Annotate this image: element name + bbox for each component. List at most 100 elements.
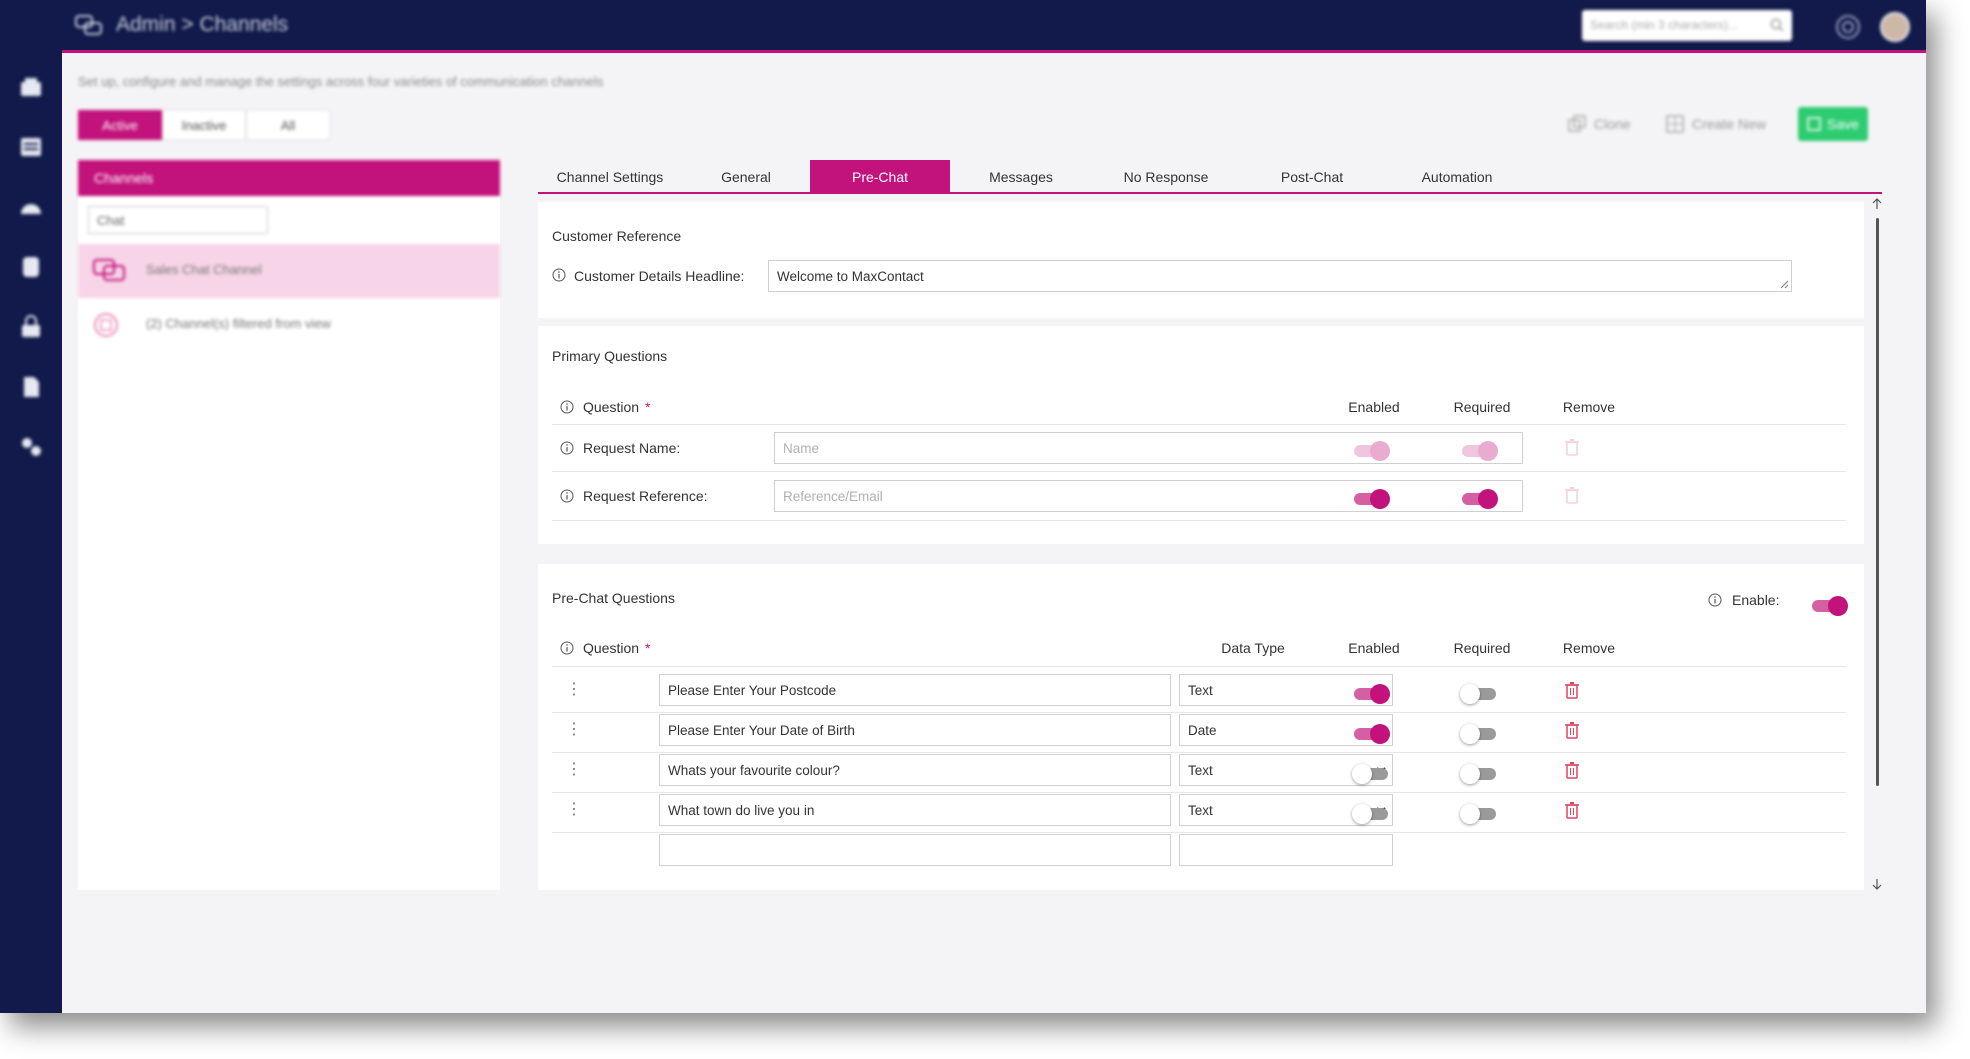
enabled-column-header: Enabled: [1348, 640, 1400, 656]
prechat-required-toggle[interactable]: [1460, 803, 1498, 825]
info-icon[interactable]: [560, 441, 574, 455]
search-input[interactable]: Search (min 3 characters)...: [1582, 10, 1792, 41]
scrollbar-thumb[interactable]: [1876, 218, 1879, 786]
drag-handle-icon[interactable]: ⋮: [566, 802, 582, 818]
request-reference-enabled-toggle[interactable]: [1352, 488, 1390, 510]
tab-channel-settings[interactable]: Channel Settings: [538, 160, 682, 194]
dashboard-icon[interactable]: [18, 74, 44, 100]
request-name-enabled-toggle[interactable]: [1352, 440, 1390, 462]
search-icon[interactable]: [1770, 18, 1784, 32]
clone-label: Clone: [1594, 116, 1631, 132]
prechat-question-input[interactable]: What town do live you in: [659, 794, 1171, 826]
info-icon[interactable]: [560, 400, 574, 414]
chat-bubbles-icon: [75, 15, 102, 35]
tab-post-chat[interactable]: Post-Chat: [1240, 160, 1384, 194]
prechat-questions-section: Pre-Chat Questions Enable: Question * Dat…: [538, 564, 1864, 890]
prechat-question-input[interactable]: Whats your favourite colour?: [659, 754, 1171, 786]
chat-channel-icon: [93, 259, 125, 281]
info-icon[interactable]: [552, 268, 566, 282]
prechat-question-input[interactable]: Please Enter Your Postcode: [659, 674, 1171, 706]
question-column-header: Question *: [583, 399, 651, 415]
document-icon[interactable]: [18, 374, 44, 400]
channel-type-value: Chat: [97, 213, 125, 228]
info-icon[interactable]: [1708, 593, 1722, 607]
remove-column-header: Remove: [1562, 399, 1616, 415]
scroll-up-icon[interactable]: [1872, 198, 1882, 210]
save-button[interactable]: Save: [1798, 107, 1868, 141]
tab-no-response[interactable]: No Response: [1092, 160, 1240, 194]
prechat-enable-toggle[interactable]: [1810, 595, 1848, 617]
clone-button[interactable]: Clone: [1568, 107, 1631, 141]
scroll-down-icon[interactable]: [1872, 878, 1882, 890]
request-reference-input[interactable]: Reference/Email: [774, 480, 1523, 512]
filter-tab-inactive[interactable]: Inactive: [162, 110, 246, 140]
request-name-input[interactable]: Name: [774, 432, 1523, 464]
settings-icon[interactable]: [18, 434, 44, 460]
channel-name: Sales Chat Channel: [146, 262, 262, 277]
section-title: Customer Reference: [552, 228, 682, 244]
filter-icon: [94, 313, 118, 337]
channel-editor: Channel Settings General Pre-Chat Messag…: [538, 156, 1882, 890]
database-icon[interactable]: [18, 254, 44, 280]
gauge-icon[interactable]: [18, 194, 44, 220]
trash-icon: [1565, 487, 1579, 504]
lock-icon[interactable]: [18, 314, 44, 340]
channel-list-item[interactable]: Sales Chat Channel: [78, 244, 500, 298]
delete-icon[interactable]: [1564, 801, 1580, 819]
request-reference-required-toggle[interactable]: [1460, 488, 1498, 510]
prechat-enabled-toggle[interactable]: [1352, 723, 1390, 745]
drag-handle-icon[interactable]: ⋮: [566, 722, 582, 738]
info-icon[interactable]: [560, 489, 574, 503]
required-asterisk: *: [645, 399, 651, 415]
sidebar: [0, 0, 62, 1013]
drag-handle-icon[interactable]: ⋮: [566, 682, 582, 698]
clone-icon: [1568, 115, 1586, 132]
request-name-required-toggle[interactable]: [1460, 440, 1498, 462]
required-asterisk: *: [645, 640, 651, 656]
content-scrollbar[interactable]: [1872, 198, 1882, 890]
prechat-enabled-toggle[interactable]: [1352, 683, 1390, 705]
customer-details-headline-input[interactable]: Welcome to MaxContact: [768, 260, 1792, 292]
required-column-header: Required: [1453, 640, 1511, 656]
delete-icon[interactable]: [1564, 761, 1580, 779]
resize-grip-icon[interactable]: [1779, 279, 1789, 289]
search-placeholder: Search (min 3 characters)...: [1590, 18, 1739, 32]
request-reference-placeholder: Reference/Email: [783, 489, 883, 504]
delete-icon[interactable]: [1564, 681, 1580, 699]
tab-automation[interactable]: Automation: [1384, 160, 1530, 194]
prechat-question-text: Please Enter Your Date of Birth: [668, 723, 855, 738]
prechat-question-text: Whats your favourite colour?: [668, 763, 840, 778]
row-divider: [552, 792, 1846, 793]
prechat-question-input[interactable]: Please Enter Your Date of Birth: [659, 714, 1171, 746]
save-icon: [1807, 117, 1821, 131]
row-divider: [552, 712, 1846, 713]
list-icon[interactable]: [18, 134, 44, 160]
drag-handle-icon[interactable]: ⋮: [566, 762, 582, 778]
filter-tab-active[interactable]: Active: [78, 110, 162, 140]
prechat-enabled-toggle[interactable]: [1352, 803, 1390, 825]
headline-value: Welcome to MaxContact: [777, 269, 924, 284]
user-avatar[interactable]: [1880, 12, 1910, 42]
channel-type-select[interactable]: Chat: [88, 206, 268, 234]
row-divider: [552, 832, 1846, 833]
create-new-button[interactable]: Create New: [1666, 107, 1766, 141]
filter-tab-all[interactable]: All: [246, 110, 330, 140]
prechat-required-toggle[interactable]: [1460, 763, 1498, 785]
tab-general[interactable]: General: [682, 160, 810, 194]
delete-icon[interactable]: [1564, 721, 1580, 739]
tab-messages[interactable]: Messages: [950, 160, 1092, 194]
prechat-question-text: What town do live you in: [668, 803, 815, 818]
data-type-value: Date: [1188, 723, 1217, 738]
customer-reference-section: Customer Reference Customer Details Head…: [538, 202, 1864, 318]
question-header-text: Question: [583, 640, 640, 656]
data-type-select[interactable]: [1179, 834, 1393, 866]
row-divider: [552, 752, 1846, 753]
prechat-required-toggle[interactable]: [1460, 723, 1498, 745]
prechat-enabled-toggle[interactable]: [1352, 763, 1390, 785]
primary-questions-section: Primary Questions Question * Enabled Requ…: [538, 326, 1864, 544]
prechat-required-toggle[interactable]: [1460, 683, 1498, 705]
prechat-question-input[interactable]: [659, 834, 1171, 866]
tab-pre-chat[interactable]: Pre-Chat: [810, 160, 950, 194]
help-icon[interactable]: [1835, 14, 1861, 40]
info-icon[interactable]: [560, 641, 574, 655]
